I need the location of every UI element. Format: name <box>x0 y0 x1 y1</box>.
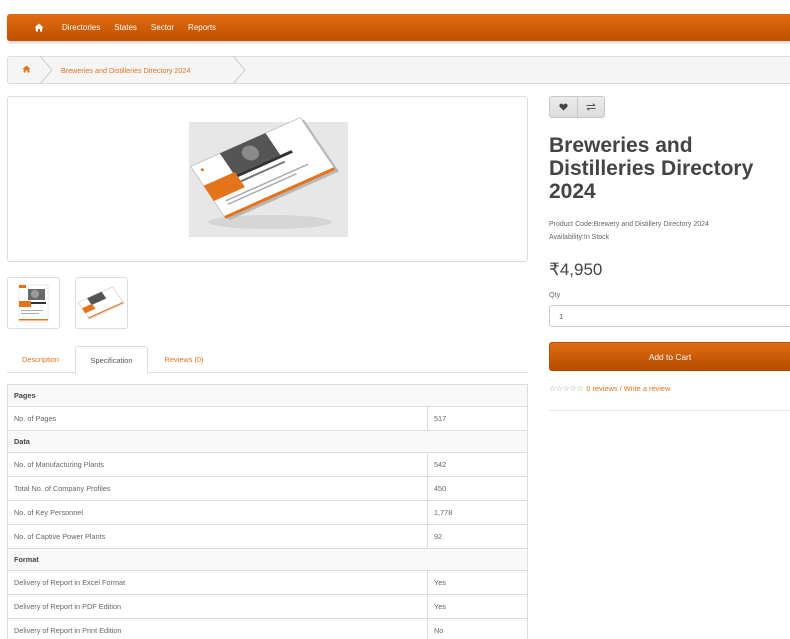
spec-group-header: Pages <box>7 384 528 407</box>
spec-value: 92 <box>427 524 528 549</box>
spec-value: No <box>427 618 528 639</box>
table-row: Total No. of Company Profiles 450 <box>7 476 528 501</box>
product-code: Product Code:Brewery and Distillery Dire… <box>549 221 709 228</box>
thumbnail-cover-icon <box>77 286 125 320</box>
specification-table: Pages No. of Pages 517 Data No. of Manuf… <box>7 384 528 639</box>
product-title: Breweries and Distilleries Directory 202… <box>549 134 754 203</box>
spec-group-title: Pages <box>7 384 528 407</box>
star-rating: ☆☆☆☆☆ <box>549 384 584 393</box>
nav-item-states[interactable]: States <box>114 23 137 32</box>
table-row: No. of Captive Power Plants 92 <box>7 524 528 549</box>
spec-label: No. of Manufacturing Plants <box>7 452 428 477</box>
reviews-link[interactable]: 0 reviews <box>586 384 617 393</box>
spec-label: Delivery of Report in PDF Edition <box>7 594 428 619</box>
star-outline-icon: ☆ <box>562 384 570 393</box>
star-outline-icon: ☆ <box>576 384 584 393</box>
table-row: No. of Manufacturing Plants 542 <box>7 452 528 477</box>
star-outline-icon: ☆ <box>555 384 563 393</box>
product-code-value: Brewery and Distillery Directory 2024 <box>593 221 709 228</box>
compare-button[interactable] <box>578 96 605 118</box>
main-product-image[interactable]: ◆ <box>7 96 528 262</box>
top-navbar: Directories States Sector Reports <box>7 14 790 41</box>
breadcrumb-home-icon[interactable] <box>22 65 31 75</box>
spec-group-header: Format <box>7 548 528 571</box>
tab-description[interactable]: Description <box>7 346 74 373</box>
spec-label: Total No. of Company Profiles <box>7 476 428 501</box>
spec-value: 1,778 <box>427 500 528 525</box>
spec-value: 450 <box>427 476 528 501</box>
spec-label: No. of Key Personnel <box>7 500 428 525</box>
thumbnail-image[interactable] <box>7 277 60 329</box>
wishlist-button[interactable] <box>549 96 578 118</box>
tab-specification[interactable]: Specification <box>75 346 148 374</box>
product-price: ₹4,950 <box>549 260 603 279</box>
breadcrumb-current[interactable]: Breweries and Distilleries Directory 202… <box>61 66 190 75</box>
table-row: No. of Key Personnel 1,778 <box>7 500 528 525</box>
nav-item-directories[interactable]: Directories <box>62 23 100 32</box>
product-rating: ☆☆☆☆☆ 0 reviews / Write a review <box>549 384 670 393</box>
product-cover-image: ◆ <box>189 117 348 237</box>
product-availability: Availability:In Stock <box>549 234 609 241</box>
spec-value: Yes <box>427 594 528 619</box>
product-tabs: Description Specification Reviews (0) <box>7 346 528 374</box>
availability-label: Availability: <box>549 234 584 241</box>
spec-group-title: Format <box>7 548 528 571</box>
spec-value: Yes <box>427 570 528 595</box>
spec-label: Delivery of Report in Excel Format <box>7 570 428 595</box>
nav-item-reports[interactable]: Reports <box>188 23 216 32</box>
nav-item-sector[interactable]: Sector <box>151 23 174 32</box>
spec-label: No. of Captive Power Plants <box>7 524 428 549</box>
quantity-input[interactable] <box>549 305 790 327</box>
spec-group-title: Data <box>7 430 528 453</box>
spec-group-header: Data <box>7 430 528 453</box>
table-row: Delivery of Report in Excel Format Yes <box>7 570 528 595</box>
spec-label: Delivery of Report in Print Edition <box>7 618 428 639</box>
review-separator: / <box>619 384 622 393</box>
product-action-buttons <box>549 96 605 118</box>
breadcrumb-separator-icon <box>39 56 53 84</box>
spec-value: 517 <box>427 406 528 431</box>
star-outline-icon: ☆ <box>569 384 577 393</box>
spec-value: 542 <box>427 452 528 477</box>
write-review-link[interactable]: Write a review <box>624 384 671 393</box>
spec-label: No. of Pages <box>7 406 428 431</box>
qty-label: Qty <box>549 290 561 299</box>
thumbnail-cover-icon <box>18 284 49 323</box>
home-icon[interactable] <box>34 23 44 32</box>
compare-arrows-icon <box>586 103 596 111</box>
table-row: Delivery of Report in PDF Edition Yes <box>7 594 528 619</box>
heart-icon <box>559 103 568 111</box>
add-to-cart-button[interactable]: Add to Cart <box>549 342 790 371</box>
breadcrumb: Breweries and Distilleries Directory 202… <box>7 56 790 84</box>
thumbnail-image[interactable] <box>75 277 128 329</box>
tab-reviews[interactable]: Reviews (0) <box>150 346 218 373</box>
availability-value: In Stock <box>583 234 610 241</box>
table-row: Delivery of Report in Print Edition No <box>7 618 528 639</box>
star-outline-icon: ☆ <box>549 384 556 393</box>
product-code-label: Product Code: <box>549 221 594 228</box>
divider <box>549 410 790 411</box>
breadcrumb-separator-icon <box>232 56 246 84</box>
table-row: No. of Pages 517 <box>7 406 528 431</box>
